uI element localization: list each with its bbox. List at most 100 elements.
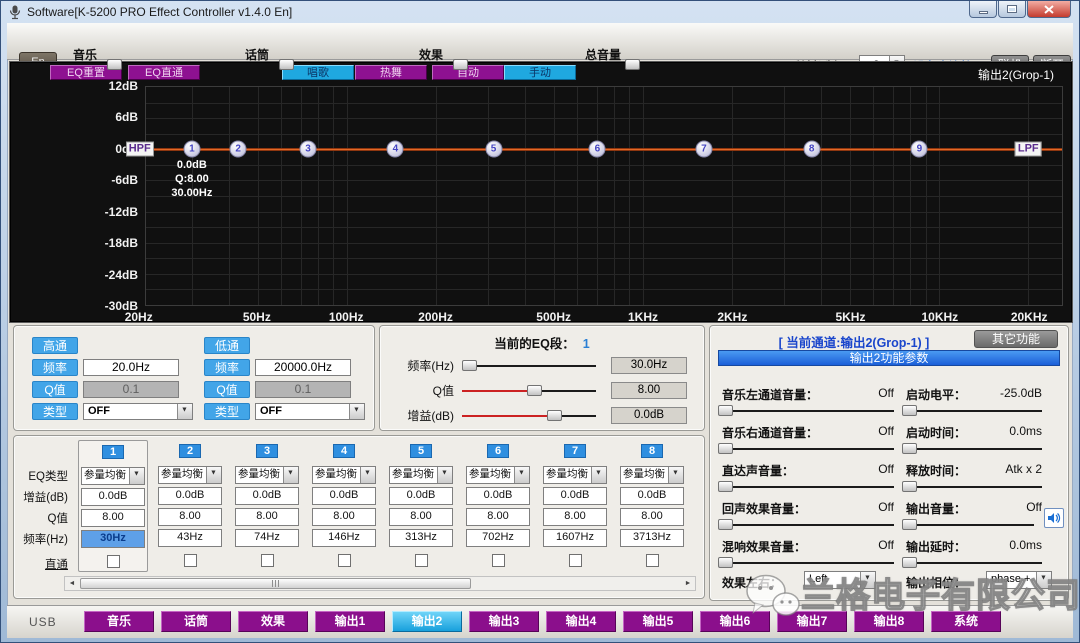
eq-plot-area[interactable]: HPFLPF1234567890.0dBQ:8.0030.00Hz <box>145 86 1063 306</box>
table-scrollbar[interactable] <box>64 576 696 591</box>
mode-dance-button[interactable]: 热舞 <box>355 65 427 80</box>
maximize-button[interactable] <box>998 1 1026 18</box>
lowpass-type-select[interactable]: OFF <box>255 403 365 420</box>
dropdown-arrow-icon[interactable] <box>177 404 192 419</box>
gain-input[interactable]: 0.0dB <box>235 487 299 505</box>
slider-handle[interactable] <box>718 443 733 454</box>
slider-handle[interactable] <box>625 59 640 70</box>
eq-param-slider[interactable] <box>462 359 596 372</box>
bypass-checkbox[interactable] <box>184 554 197 567</box>
slider-handle[interactable] <box>107 59 122 70</box>
slider-handle[interactable] <box>718 405 733 416</box>
eq-point-4[interactable]: 4 <box>387 141 404 158</box>
slider-handle[interactable] <box>902 443 917 454</box>
minimize-button[interactable] <box>969 1 997 18</box>
eq-type-select[interactable]: 参量均衡 <box>235 466 299 484</box>
gain-input[interactable]: 0.0dB <box>158 487 222 505</box>
q-input[interactable]: 8.00 <box>235 508 299 526</box>
dropdown-arrow-icon[interactable] <box>437 467 452 483</box>
q-input[interactable]: 8.00 <box>158 508 222 526</box>
dropdown-arrow-icon[interactable] <box>129 468 144 484</box>
tab-output-2[interactable]: 输出2 <box>392 611 462 632</box>
gain-input[interactable]: 0.0dB <box>312 487 376 505</box>
dropdown-arrow-icon[interactable] <box>860 572 875 588</box>
eq-type-select[interactable]: 参量均衡 <box>158 466 222 484</box>
freq-input[interactable]: 3713Hz <box>620 529 684 547</box>
dropdown-arrow-icon[interactable] <box>349 404 364 419</box>
param-slider[interactable] <box>906 442 1042 455</box>
q-input[interactable]: 8.00 <box>81 509 145 527</box>
scrollbar-thumb[interactable] <box>80 578 471 589</box>
mode-auto-button[interactable]: 自动 <box>432 65 504 80</box>
param-slider[interactable] <box>722 442 894 455</box>
freq-input[interactable]: 313Hz <box>389 529 453 547</box>
eq-type-select[interactable]: 参量均衡 <box>620 466 684 484</box>
slider-handle[interactable] <box>718 481 733 492</box>
dropdown-arrow-icon[interactable] <box>668 467 683 483</box>
param-slider[interactable] <box>722 556 894 569</box>
mute-button[interactable] <box>1044 508 1064 528</box>
bypass-checkbox[interactable] <box>569 554 582 567</box>
slider-handle[interactable] <box>547 410 562 421</box>
dropdown-arrow-icon[interactable] <box>360 467 375 483</box>
slider-handle[interactable] <box>527 385 542 396</box>
eq-type-select[interactable]: 参量均衡 <box>81 467 145 485</box>
dropdown-arrow-icon[interactable] <box>514 467 529 483</box>
tab-music[interactable]: 音乐 <box>84 611 154 632</box>
tab-output-1[interactable]: 输出1 <box>315 611 385 632</box>
bypass-checkbox[interactable] <box>492 554 505 567</box>
hpf-marker[interactable]: HPF <box>126 142 154 157</box>
highpass-type-select[interactable]: OFF <box>83 403 193 420</box>
bypass-checkbox[interactable] <box>338 554 351 567</box>
bypass-checkbox[interactable] <box>415 554 428 567</box>
tab-output-7[interactable]: 输出7 <box>777 611 847 632</box>
eq-point-8[interactable]: 8 <box>803 141 820 158</box>
freq-input[interactable]: 702Hz <box>466 529 530 547</box>
tab-effect[interactable]: 效果 <box>238 611 308 632</box>
slider-handle[interactable] <box>902 519 917 530</box>
gain-input[interactable]: 0.0dB <box>389 487 453 505</box>
close-button[interactable] <box>1027 1 1071 18</box>
param-slider[interactable] <box>906 404 1042 417</box>
gain-input[interactable]: 0.0dB <box>543 487 607 505</box>
tab-output-4[interactable]: 输出4 <box>546 611 616 632</box>
bypass-checkbox[interactable] <box>107 555 120 568</box>
freq-input[interactable]: 146Hz <box>312 529 376 547</box>
eq-point-6[interactable]: 6 <box>589 141 606 158</box>
tab-output-8[interactable]: 输出8 <box>854 611 924 632</box>
param-slider[interactable] <box>722 480 894 493</box>
slider-handle[interactable] <box>718 519 733 530</box>
slider-handle[interactable] <box>718 557 733 568</box>
lpf-marker[interactable]: LPF <box>1015 142 1042 157</box>
eq-param-slider[interactable] <box>462 384 596 397</box>
q-input[interactable]: 8.00 <box>389 508 453 526</box>
eq-type-select[interactable]: 参量均衡 <box>389 466 453 484</box>
tab-output-5[interactable]: 输出5 <box>623 611 693 632</box>
slider-handle[interactable] <box>462 360 477 371</box>
freq-input[interactable]: 74Hz <box>235 529 299 547</box>
tab-system[interactable]: 系统 <box>931 611 1001 632</box>
param-slider[interactable] <box>906 518 1034 531</box>
param-slider[interactable] <box>722 518 894 531</box>
slider-handle[interactable] <box>902 557 917 568</box>
param-slider[interactable] <box>906 480 1042 493</box>
eq-type-select[interactable]: 参量均衡 <box>466 466 530 484</box>
eq-point-9[interactable]: 9 <box>911 141 928 158</box>
eq-point-7[interactable]: 7 <box>695 141 712 158</box>
slider-handle[interactable] <box>902 405 917 416</box>
eq-point-1[interactable]: 1 <box>183 141 200 158</box>
tab-microphone[interactable]: 话筒 <box>161 611 231 632</box>
dropdown-arrow-icon[interactable] <box>206 467 221 483</box>
eq-point-3[interactable]: 3 <box>300 141 317 158</box>
eq-type-select[interactable]: 参量均衡 <box>312 466 376 484</box>
scroll-left-icon[interactable] <box>65 577 79 590</box>
slider-handle[interactable] <box>453 59 468 70</box>
param-slider[interactable] <box>722 404 894 417</box>
effect-lr-select[interactable]: Left <box>804 571 876 589</box>
param-slider[interactable] <box>906 556 1042 569</box>
output-phase-select[interactable]: phase + <box>986 571 1052 589</box>
freq-input[interactable]: 30Hz <box>81 530 145 548</box>
tab-output-6[interactable]: 输出6 <box>700 611 770 632</box>
freq-input[interactable]: 1607Hz <box>543 529 607 547</box>
eq-point-5[interactable]: 5 <box>485 141 502 158</box>
